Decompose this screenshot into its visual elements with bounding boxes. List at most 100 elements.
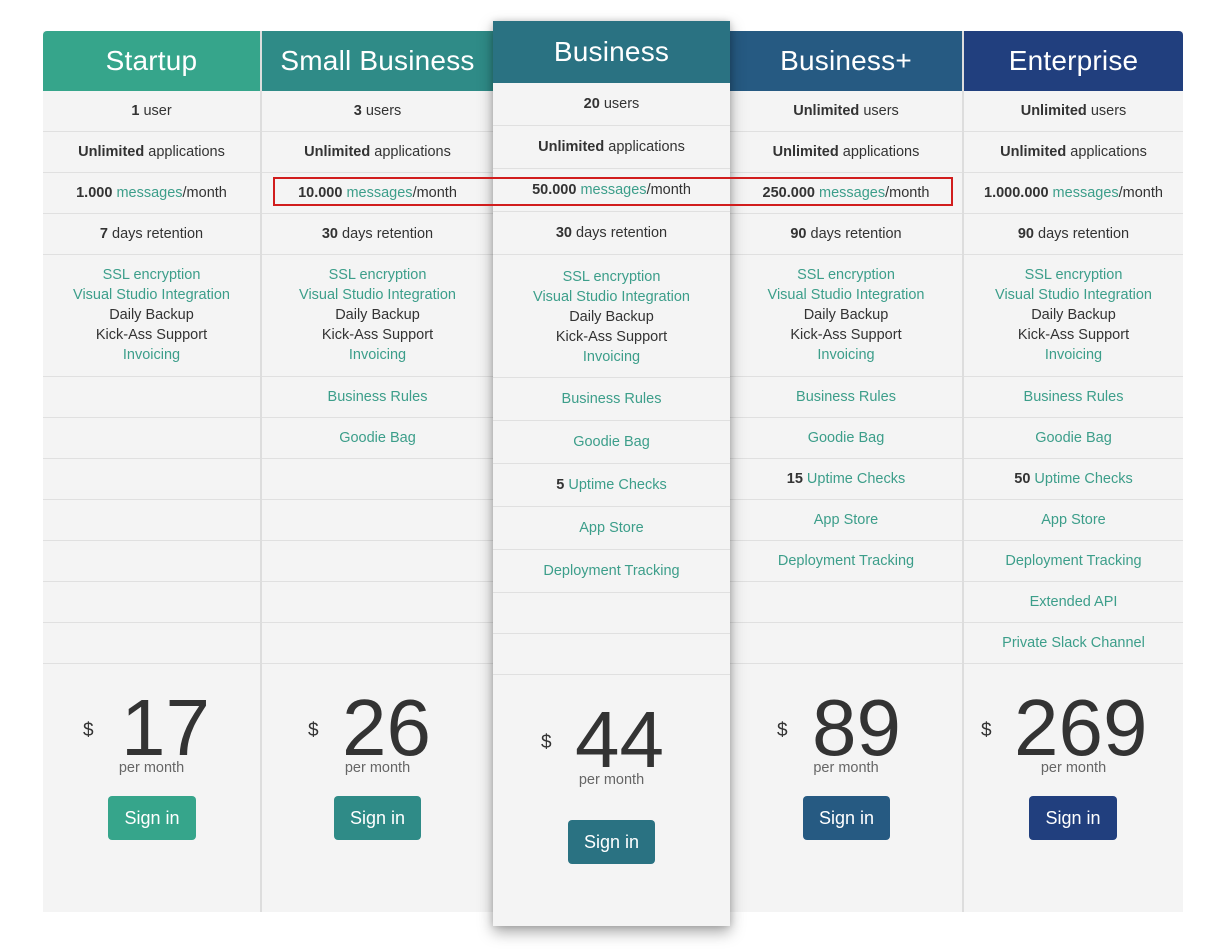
price-currency: $: [308, 720, 319, 741]
applications-label: applications: [374, 144, 451, 160]
extra-feature-link[interactable]: Business Rules: [328, 389, 428, 405]
users-count: Unlimited: [1020, 103, 1087, 119]
messages-row: 50.000 messages/month: [493, 169, 730, 212]
extra-feature-count: 5: [556, 477, 565, 493]
empty-row: [493, 634, 730, 675]
applications-count: Unlimited: [772, 144, 839, 160]
sign-in-button[interactable]: Sign in: [108, 796, 196, 840]
messages-count: 250.000: [762, 185, 815, 201]
extra-feature-row: App Store: [493, 507, 730, 550]
feature-visual-studio-integration[interactable]: Visual Studio Integration: [262, 285, 493, 305]
extra-feature-link[interactable]: Extended API: [1030, 594, 1118, 610]
messages-count: 50.000: [532, 182, 577, 198]
features-list: SSL encryption Visual Studio Integration D…: [262, 255, 493, 377]
features-list: SSL encryption Visual Studio Integration D…: [43, 255, 260, 377]
empty-row: [262, 459, 493, 500]
extra-feature-row: Extended API: [964, 582, 1183, 623]
retention-label: days retention: [576, 225, 668, 241]
feature-visual-studio-integration[interactable]: Visual Studio Integration: [964, 285, 1183, 305]
extra-feature-row: 5 Uptime Checks: [493, 464, 730, 507]
feature-visual-studio-integration[interactable]: Visual Studio Integration: [43, 285, 260, 305]
extra-feature-row: App Store: [730, 500, 962, 541]
feature-kick-ass-support: Kick-Ass Support: [555, 329, 668, 345]
plan-column-startup: Startup 1 user Unlimited applications 1.000…: [43, 31, 262, 912]
extra-feature-row: Goodie Bag: [262, 418, 493, 459]
extra-feature-link[interactable]: Uptime Checks: [568, 477, 666, 493]
empty-row: [43, 459, 260, 500]
feature-invoicing[interactable]: Invoicing: [730, 345, 962, 365]
empty-row: [43, 541, 260, 582]
extra-feature-link[interactable]: App Store: [579, 520, 644, 536]
price-currency: $: [777, 720, 788, 741]
applications-count: Unlimited: [304, 144, 371, 160]
feature-daily-backup: Daily Backup: [569, 309, 654, 325]
messages-link[interactable]: messages: [819, 185, 885, 201]
users-label: users: [603, 96, 640, 112]
feature-kick-ass-support: Kick-Ass Support: [95, 327, 208, 343]
sign-in-button[interactable]: Sign in: [334, 796, 421, 840]
extra-feature-link[interactable]: Private Slack Channel: [1002, 635, 1145, 651]
empty-row: [262, 582, 493, 623]
price-period: per month: [118, 760, 185, 776]
retention-days: 90: [1017, 226, 1034, 242]
messages-link[interactable]: messages: [116, 185, 182, 201]
empty-row: [262, 500, 493, 541]
users-row: 3 users: [262, 91, 493, 132]
applications-row: Unlimited applications: [43, 132, 260, 173]
feature-daily-backup: Daily Backup: [1031, 307, 1116, 323]
extra-feature-link[interactable]: Uptime Checks: [1034, 471, 1132, 487]
messages-suffix: /month: [182, 185, 227, 201]
plan-column-business: Business+ Unlimited users Unlimited applic…: [730, 31, 964, 912]
retention-days: 90: [790, 226, 807, 242]
feature-ssl-encryption[interactable]: SSL encryption: [493, 267, 730, 287]
applications-row: Unlimited applications: [730, 132, 962, 173]
feature-invoicing[interactable]: Invoicing: [493, 347, 730, 367]
extra-feature-link[interactable]: App Store: [814, 512, 879, 528]
empty-row: [730, 623, 962, 664]
extra-feature-row: Business Rules: [262, 377, 493, 418]
extra-feature-link[interactable]: Deployment Tracking: [1005, 553, 1141, 569]
extra-feature-link[interactable]: Business Rules: [1024, 389, 1124, 405]
retention-row: 7 days retention: [43, 214, 260, 255]
extra-feature-link[interactable]: Goodie Bag: [1035, 430, 1112, 446]
extra-feature-link[interactable]: Business Rules: [796, 389, 896, 405]
retention-label: days retention: [1038, 226, 1130, 242]
extra-feature-row: Goodie Bag: [730, 418, 962, 459]
messages-link[interactable]: messages: [580, 182, 646, 198]
extra-feature-link[interactable]: Goodie Bag: [808, 430, 885, 446]
extra-feature-link[interactable]: Business Rules: [562, 391, 662, 407]
applications-count: Unlimited: [78, 144, 145, 160]
extra-feature-link[interactable]: Deployment Tracking: [778, 553, 914, 569]
feature-ssl-encryption[interactable]: SSL encryption: [43, 265, 260, 285]
applications-row: Unlimited applications: [262, 132, 493, 173]
extra-feature-link[interactable]: Goodie Bag: [573, 434, 650, 450]
sign-in-button[interactable]: Sign in: [1029, 796, 1117, 840]
extra-feature-link[interactable]: Uptime Checks: [807, 471, 905, 487]
retention-days: 30: [555, 225, 572, 241]
feature-ssl-encryption[interactable]: SSL encryption: [730, 265, 962, 285]
plan-name: Small Business: [262, 31, 493, 91]
retention-row: 90 days retention: [964, 214, 1183, 255]
users-label: users: [1090, 103, 1127, 119]
feature-visual-studio-integration[interactable]: Visual Studio Integration: [730, 285, 962, 305]
feature-invoicing[interactable]: Invoicing: [964, 345, 1183, 365]
messages-link[interactable]: messages: [1053, 185, 1119, 201]
feature-invoicing[interactable]: Invoicing: [262, 345, 493, 365]
features-list: SSL encryption Visual Studio Integration D…: [493, 255, 730, 378]
empty-row: [43, 418, 260, 459]
extra-feature-link[interactable]: Deployment Tracking: [543, 563, 679, 579]
extra-feature-link[interactable]: Goodie Bag: [339, 430, 416, 446]
extra-feature-row: Goodie Bag: [493, 421, 730, 464]
feature-ssl-encryption[interactable]: SSL encryption: [262, 265, 493, 285]
sign-in-button[interactable]: Sign in: [803, 796, 890, 840]
messages-link[interactable]: messages: [346, 185, 412, 201]
feature-invoicing[interactable]: Invoicing: [43, 345, 260, 365]
feature-ssl-encryption[interactable]: SSL encryption: [964, 265, 1183, 285]
sign-in-button[interactable]: Sign in: [568, 820, 655, 864]
messages-suffix: /month: [646, 182, 691, 198]
users-count: 1: [131, 103, 140, 119]
users-count: Unlimited: [793, 103, 860, 119]
extra-feature-link[interactable]: App Store: [1041, 512, 1106, 528]
extra-feature-count: 15: [786, 471, 803, 487]
feature-visual-studio-integration[interactable]: Visual Studio Integration: [493, 287, 730, 307]
